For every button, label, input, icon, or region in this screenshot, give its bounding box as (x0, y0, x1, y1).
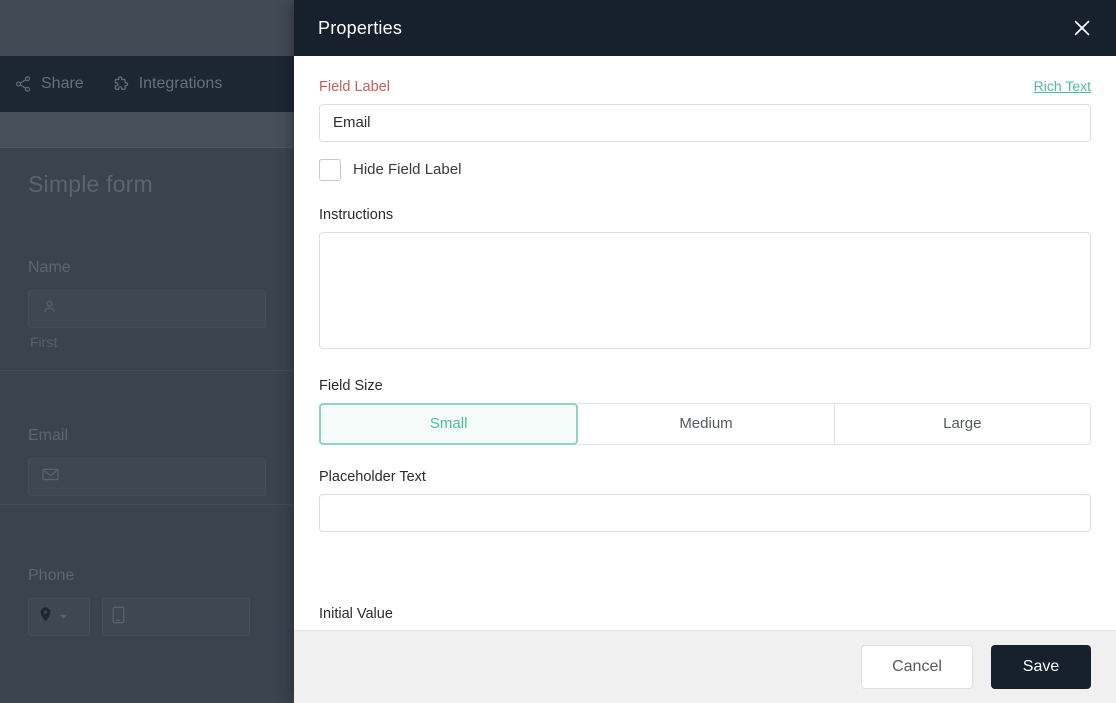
placeholder-text-block: Placeholder Text (319, 469, 1091, 532)
puzzle-piece-icon (112, 75, 130, 93)
rich-text-link[interactable]: Rich Text (1034, 78, 1091, 94)
close-icon[interactable] (1064, 10, 1100, 46)
background-field-email-label: Email (28, 427, 69, 444)
field-size-segmented-control: Small Medium Large (319, 402, 1091, 445)
background-field-name-sublabel: First (30, 334, 58, 350)
hide-field-label-checkbox[interactable] (319, 158, 341, 181)
location-pin-icon (37, 605, 54, 629)
screen: Share Integrations Simple form Name Firs… (0, 0, 1116, 703)
field-size-option-medium[interactable]: Medium (578, 402, 835, 445)
hide-field-label-checkbox-row[interactable]: Hide Field Label (319, 158, 1091, 181)
modal-footer: Cancel Save (294, 630, 1116, 703)
phone-icon (111, 606, 126, 629)
background-top-strip (0, 0, 294, 56)
nav-share-button[interactable]: Share (0, 56, 98, 112)
background-form-title: Simple form (28, 171, 153, 197)
background-field-phone-number-input[interactable] (102, 598, 250, 636)
save-button[interactable]: Save (991, 645, 1091, 689)
background-field-phone-country-select[interactable] (28, 598, 90, 636)
modal-title: Properties (318, 17, 403, 38)
background-navbar: Share Integrations (0, 56, 294, 112)
modal-body: Field Label Rich Text Hide Field Label I… (294, 56, 1116, 630)
envelope-icon (41, 465, 60, 489)
properties-modal: Properties Field Label Rich Text Hide Fi… (294, 0, 1116, 703)
modal-header: Properties (294, 0, 1116, 56)
nav-integrations-button[interactable]: Integrations (98, 56, 237, 112)
hide-field-label-caption: Hide Field Label (353, 161, 462, 178)
nav-share-label: Share (41, 75, 84, 92)
field-size-block: Field Size Small Medium Large (319, 378, 1091, 445)
field-label-row: Field Label Rich Text (319, 78, 1091, 95)
placeholder-text-input[interactable] (319, 493, 1091, 532)
caret-down-icon (59, 608, 68, 626)
instructions-label: Instructions (319, 206, 394, 223)
field-label-input[interactable] (319, 103, 1091, 142)
field-size-label: Field Size (319, 377, 383, 394)
cancel-button[interactable]: Cancel (861, 645, 973, 689)
background-field-name-label: Name (28, 259, 71, 276)
placeholder-text-label: Placeholder Text (319, 468, 426, 485)
background-field-phone-label: Phone (28, 567, 75, 584)
background-field-name-input[interactable] (28, 290, 266, 328)
field-label-caption: Field Label (319, 79, 390, 95)
instructions-block: Instructions (319, 207, 1091, 354)
person-icon (41, 298, 58, 320)
share-icon (14, 75, 32, 93)
field-size-option-large[interactable]: Large (834, 402, 1091, 445)
nav-integrations-label: Integrations (138, 75, 223, 92)
instructions-textarea[interactable] (319, 231, 1091, 349)
background-subbar (0, 112, 294, 148)
background-field-email-input[interactable] (28, 458, 266, 496)
field-size-option-small[interactable]: Small (319, 402, 579, 445)
background-app: Share Integrations Simple form Name Firs… (0, 0, 294, 703)
initial-value-label: Initial Value (319, 606, 393, 622)
